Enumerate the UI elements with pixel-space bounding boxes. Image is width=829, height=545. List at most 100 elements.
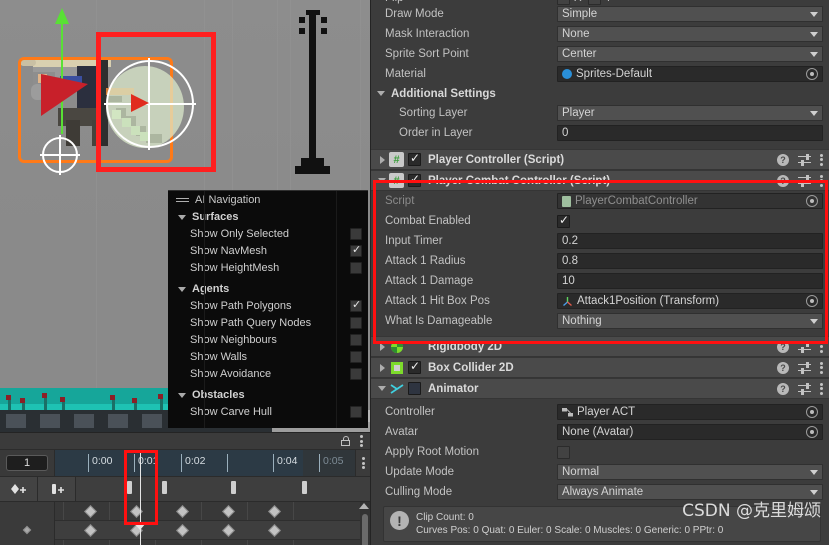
row-update-mode[interactable]: Update Mode Normal — [371, 462, 829, 482]
object-picker-icon[interactable] — [806, 406, 818, 418]
object-field-attack1-hit-box-pos[interactable]: Attack1Position (Transform) — [557, 293, 823, 309]
track-row[interactable] — [55, 540, 370, 545]
timeline-ruler-row[interactable]: 1 0:00 0:01 0:02 0:04 0:05 — [0, 450, 370, 476]
nav-group-surfaces[interactable]: Surfaces — [168, 209, 368, 225]
add-event-button[interactable] — [38, 477, 76, 502]
help-icon[interactable]: ? — [777, 153, 789, 166]
timeline-ruler[interactable]: 0:00 0:01 0:02 0:04 0:05 — [55, 450, 355, 476]
nav-row-show-path-query-nodes[interactable]: Show Path Query Nodes — [168, 314, 368, 331]
row-attack1-hit-box-pos[interactable]: Attack 1 Hit Box Pos Attack1Position (Tr… — [371, 291, 829, 311]
dropdown-what-is-damageable[interactable]: Nothing — [557, 313, 823, 329]
timeline-playhead-handle[interactable] — [134, 523, 146, 530]
scroll-up-icon[interactable] — [359, 503, 369, 509]
preset-icon[interactable] — [798, 382, 811, 395]
checkbox-show-only-selected[interactable] — [350, 227, 362, 240]
dropdown-update-mode[interactable]: Normal — [557, 464, 823, 480]
kebab-menu-icon[interactable] — [820, 173, 823, 188]
preset-icon[interactable] — [798, 174, 811, 187]
foldout-player-combat-controller[interactable] — [375, 178, 389, 183]
foldout-animator[interactable] — [375, 386, 389, 391]
checkbox-show-heightmesh[interactable] — [350, 261, 362, 274]
scrollbar-thumb[interactable] — [362, 514, 368, 545]
keyframe-diamond[interactable] — [84, 505, 97, 518]
event-marker[interactable] — [162, 481, 167, 494]
keyframe-diamond[interactable] — [268, 524, 281, 537]
dropdown-sorting-layer[interactable]: Player — [557, 105, 823, 121]
preset-icon[interactable] — [798, 361, 811, 374]
checkbox-enable-box-collider-2d[interactable] — [408, 359, 421, 374]
nav-group-agents[interactable]: Agents — [168, 281, 368, 297]
row-input-timer[interactable]: Input Timer 0.2 — [371, 231, 829, 251]
section-additional-settings[interactable]: Additional Settings — [371, 84, 829, 103]
component-header-player-controller[interactable]: # Player Controller (Script) ? — [371, 149, 829, 170]
checkbox-flip-x[interactable] — [557, 0, 570, 5]
row-avatar[interactable]: Avatar None (Avatar) — [371, 422, 829, 442]
checkbox-show-walls[interactable] — [350, 350, 362, 363]
foldout-player-controller[interactable] — [375, 155, 389, 164]
object-field-avatar[interactable]: None (Avatar) — [557, 424, 823, 440]
foldout-rigidbody-2d[interactable] — [375, 342, 389, 351]
nav-row-show-avoidance[interactable]: Show Avoidance — [168, 365, 368, 382]
event-marker[interactable] — [302, 481, 307, 494]
track-scrollbar[interactable] — [359, 502, 370, 545]
row-order-in-layer[interactable]: Order in Layer 0 — [371, 123, 829, 143]
checkbox-show-navmesh[interactable] — [350, 243, 362, 257]
lock-icon[interactable] — [341, 436, 350, 446]
dropdown-draw-mode[interactable]: Simple — [557, 6, 823, 22]
checkbox-combat-enabled[interactable] — [557, 213, 570, 228]
row-material[interactable]: Material Sprites-Default — [371, 64, 829, 84]
keyframe-diamond[interactable] — [222, 524, 235, 537]
nav-group-obstacles[interactable]: Obstacles — [168, 387, 368, 403]
keyframe-toolbar[interactable] — [0, 476, 370, 502]
row-what-is-damageable[interactable]: What Is Damageable Nothing — [371, 311, 829, 331]
checkbox-show-path-query-nodes[interactable] — [350, 316, 362, 329]
row-apply-root-motion[interactable]: Apply Root Motion — [371, 442, 829, 462]
event-marker[interactable] — [231, 481, 236, 494]
keyframe-diamond[interactable] — [222, 505, 235, 518]
checkbox-flip-y[interactable] — [587, 0, 601, 5]
row-mask-interaction[interactable]: Mask Interaction None — [371, 24, 829, 44]
row-sorting-layer[interactable]: Sorting Layer Player — [371, 103, 829, 123]
kebab-menu-icon[interactable] — [820, 339, 823, 354]
checkbox-apply-root-motion[interactable] — [557, 445, 570, 459]
preset-icon[interactable] — [798, 153, 811, 166]
track-row[interactable] — [55, 521, 370, 540]
help-icon[interactable]: ? — [777, 361, 789, 374]
row-draw-mode[interactable]: Draw Mode Simple — [371, 4, 829, 24]
inspector-panel[interactable]: Flip X Y Draw Mode Simple Mask Interacti… — [370, 0, 829, 545]
dropdown-sprite-sort-point[interactable]: Center — [557, 46, 823, 62]
chevron-down-icon[interactable] — [178, 214, 186, 220]
nav-row-show-neighbours[interactable]: Show Neighbours — [168, 331, 368, 348]
preset-icon[interactable] — [798, 340, 811, 353]
keyframe-diamond[interactable] — [176, 524, 189, 537]
component-header-box-collider-2d[interactable]: Box Collider 2D ? — [371, 357, 829, 378]
row-attack1-damage[interactable]: Attack 1 Damage 10 — [371, 271, 829, 291]
chevron-down-icon[interactable] — [178, 286, 186, 292]
keyframe-diamond[interactable] — [84, 524, 97, 537]
row-combat-enabled[interactable]: Combat Enabled — [371, 211, 829, 231]
chevron-down-icon[interactable] — [377, 91, 385, 96]
help-icon[interactable]: ? — [777, 174, 789, 187]
nav-row-show-path-polygons[interactable]: Show Path Polygons — [168, 297, 368, 314]
nav-row-show-only-selected[interactable]: Show Only Selected — [168, 225, 368, 242]
input-order-in-layer[interactable]: 0 — [557, 125, 823, 141]
timeline-playhead[interactable] — [140, 450, 141, 545]
input-input-timer[interactable]: 0.2 — [557, 233, 823, 249]
row-controller[interactable]: Controller Player ACT — [371, 402, 829, 422]
component-header-rigidbody-2d[interactable]: Rigidbody 2D ? — [371, 336, 829, 357]
object-field-material[interactable]: Sprites-Default — [557, 66, 823, 82]
drag-handle-icon[interactable] — [176, 196, 189, 204]
frame-field-container[interactable]: 1 — [0, 450, 55, 476]
kebab-menu-icon[interactable] — [820, 152, 823, 167]
checkbox-enable-player-combat-controller[interactable] — [408, 172, 421, 187]
object-field-controller[interactable]: Player ACT — [557, 404, 823, 420]
checkbox-show-path-polygons[interactable] — [350, 298, 362, 312]
event-track[interactable] — [76, 477, 370, 502]
chevron-down-icon[interactable] — [178, 392, 186, 398]
checkbox-show-neighbours[interactable] — [350, 333, 362, 346]
nav-row-show-carve-hull[interactable]: Show Carve Hull — [168, 403, 368, 420]
kebab-menu-icon[interactable] — [820, 381, 823, 396]
row-sprite-sort-point[interactable]: Sprite Sort Point Center — [371, 44, 829, 64]
keyframe-diamond[interactable] — [268, 505, 281, 518]
kebab-menu-icon[interactable] — [820, 360, 823, 375]
